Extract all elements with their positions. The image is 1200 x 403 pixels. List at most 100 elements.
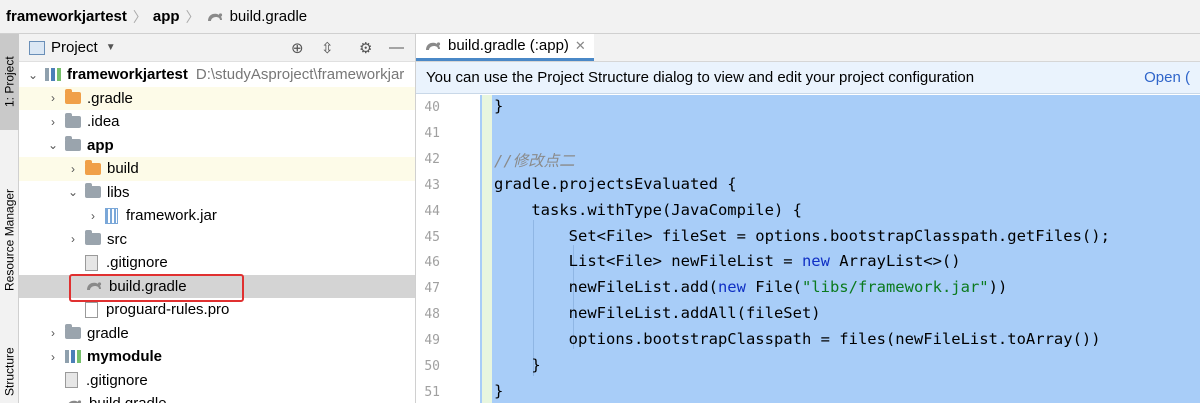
tree-item[interactable]: › src	[19, 228, 415, 252]
code-line[interactable]: Set<File> fileSet = options.bootstrapCla…	[494, 227, 1110, 245]
chevron-down-icon[interactable]: ⌄	[27, 68, 39, 82]
code-line[interactable]: newFileList.addAll(fileSet)	[494, 304, 821, 322]
code-line[interactable]: gradle.projectsEvaluated {	[494, 175, 737, 193]
tree-item-label: app	[87, 136, 114, 154]
tree-item[interactable]: .gitignore	[19, 251, 415, 275]
gradle-icon	[207, 12, 222, 21]
gitignore-icon	[85, 254, 98, 271]
line-number: 47	[424, 281, 440, 297]
line-number: 50	[424, 359, 440, 374]
chevron-right-icon[interactable]: ›	[47, 350, 59, 364]
code-line[interactable]: tasks.withType(JavaCompile) {	[494, 201, 802, 219]
gradle-icon	[426, 41, 441, 50]
file-icon	[85, 301, 98, 318]
tree-item[interactable]: › .gradle	[19, 86, 415, 110]
project-panel-header: Project ▼ ⊕ ⇳ ⚙ —	[19, 34, 415, 62]
tree-item-label: frameworkjartest	[67, 66, 188, 84]
tree-item[interactable]: .gitignore	[19, 369, 415, 393]
line-number: 46	[424, 255, 440, 271]
open-project-structure-link[interactable]: Open (	[1144, 69, 1190, 86]
breadcrumb: frameworkjartest 〉 app 〉 build.gradle	[0, 0, 1200, 34]
resource-manager-tool-tab[interactable]: Resource Manager	[0, 176, 19, 304]
close-icon[interactable]: ✕	[575, 38, 586, 54]
breadcrumb-module[interactable]: app	[153, 8, 180, 25]
tool-window-strip: 1: Project Resource Manager Structure	[0, 34, 19, 403]
gradle-icon	[68, 400, 82, 403]
breadcrumb-project[interactable]: frameworkjartest	[6, 8, 127, 25]
chevron-right-icon[interactable]: ›	[47, 115, 59, 129]
project-panel: Project ▼ ⊕ ⇳ ⚙ — ⌄ frameworkjartest D:\st…	[19, 34, 416, 403]
tree-item[interactable]: › .idea	[19, 110, 415, 134]
module-icon	[65, 350, 81, 364]
tree-item-label: proguard-rules.pro	[106, 301, 230, 319]
chevron-right-icon[interactable]: ›	[47, 326, 59, 340]
code-line[interactable]: }	[494, 97, 503, 115]
line-number: 45	[424, 229, 440, 245]
editor-tab-build-gradle[interactable]: build.gradle (:app) ✕	[416, 34, 594, 61]
line-number: 42	[424, 151, 440, 167]
code-line[interactable]: newFileList.add(new File("libs/framework…	[494, 278, 1008, 296]
editor-tab-label: build.gradle (:app)	[448, 37, 569, 54]
highlight-annotation	[69, 274, 244, 302]
line-number: 51	[424, 384, 440, 400]
folder-icon	[85, 230, 101, 246]
tree-item-label: gradle	[87, 324, 129, 342]
chevron-right-icon[interactable]: ›	[47, 91, 59, 105]
tree-item[interactable]: ⌄ app	[19, 134, 415, 158]
tree-item-label: build.gradle	[89, 395, 167, 403]
code-line[interactable]: }	[494, 382, 503, 400]
code-line[interactable]: }	[494, 356, 540, 374]
tree-item-path: D:\studyAsproject\frameworkjar	[195, 66, 405, 84]
code-line[interactable]: List<File> newFileList = new ArrayList<>…	[494, 252, 961, 270]
tree-item-label: .gradle	[87, 89, 133, 107]
structure-tab-label: Structure	[2, 347, 17, 397]
chevron-down-icon[interactable]: ▼	[106, 42, 116, 53]
editor-tab-bar: build.gradle (:app) ✕	[416, 34, 1200, 62]
project-tool-tab[interactable]: 1: Project	[0, 34, 19, 130]
code-area[interactable]: 40 41 42 43 44 45 46 47 48 49 50 51 } //修改点二 gradle.p…	[416, 95, 1200, 403]
tree-item-label: mymodule	[87, 348, 163, 366]
line-number-gutter: 40 41 42 43 44 45 46 47 48 49 50 51	[416, 95, 480, 403]
module-icon	[45, 68, 61, 82]
folder-orange-icon	[85, 159, 101, 175]
project-view-icon	[29, 40, 45, 55]
locate-icon[interactable]: ⊕	[291, 39, 304, 57]
chevron-right-icon[interactable]: ›	[67, 232, 79, 246]
tree-item[interactable]: › gradle	[19, 322, 415, 346]
gear-icon[interactable]: ⚙	[359, 39, 372, 57]
tree-item-label: src	[107, 230, 127, 248]
chevron-right-icon[interactable]: ›	[67, 162, 79, 176]
change-marker-strip	[482, 95, 492, 403]
chevron-down-icon[interactable]: ⌄	[67, 185, 79, 199]
folder-icon	[85, 183, 101, 199]
tree-item-label: .idea	[87, 113, 120, 131]
jar-icon	[105, 207, 118, 224]
tree-item-label: libs	[107, 183, 130, 201]
tree-item[interactable]: › framework.jar	[19, 204, 415, 228]
line-number: 48	[424, 307, 440, 323]
folder-orange-icon	[65, 89, 81, 105]
chevron-right-icon[interactable]: ›	[87, 209, 99, 223]
tree-item-label: framework.jar	[126, 207, 217, 225]
line-number: 41	[424, 125, 440, 141]
tree-item[interactable]: ⌄ frameworkjartest D:\studyAsproject\frame…	[19, 63, 415, 87]
tree-item[interactable]: › build	[19, 157, 415, 181]
structure-tool-tab[interactable]: Structure	[0, 342, 19, 402]
chevron-down-icon[interactable]: ⌄	[47, 138, 59, 152]
project-structure-notice: You can use the Project Structure dialog…	[416, 62, 1200, 94]
collapse-all-icon[interactable]: ⇳	[321, 39, 334, 57]
minimize-icon[interactable]: —	[389, 39, 404, 56]
line-number: 43	[424, 177, 440, 193]
code-line[interactable]: options.bootstrapClasspath = files(newFi…	[494, 330, 1101, 348]
project-view-selector[interactable]: Project	[51, 39, 98, 56]
tree-item[interactable]: build.gradle	[19, 392, 415, 403]
tree-item-label: .gitignore	[86, 371, 148, 389]
breadcrumb-file[interactable]: build.gradle	[230, 8, 308, 25]
project-tool-tab-label: 1: Project	[2, 56, 17, 108]
code-line[interactable]: //修改点二	[494, 149, 575, 171]
tree-item[interactable]: ⌄ libs	[19, 181, 415, 205]
tree-item[interactable]: › mymodule	[19, 345, 415, 369]
folder-icon	[65, 136, 81, 152]
folder-icon	[65, 112, 81, 128]
folder-icon	[65, 324, 81, 340]
